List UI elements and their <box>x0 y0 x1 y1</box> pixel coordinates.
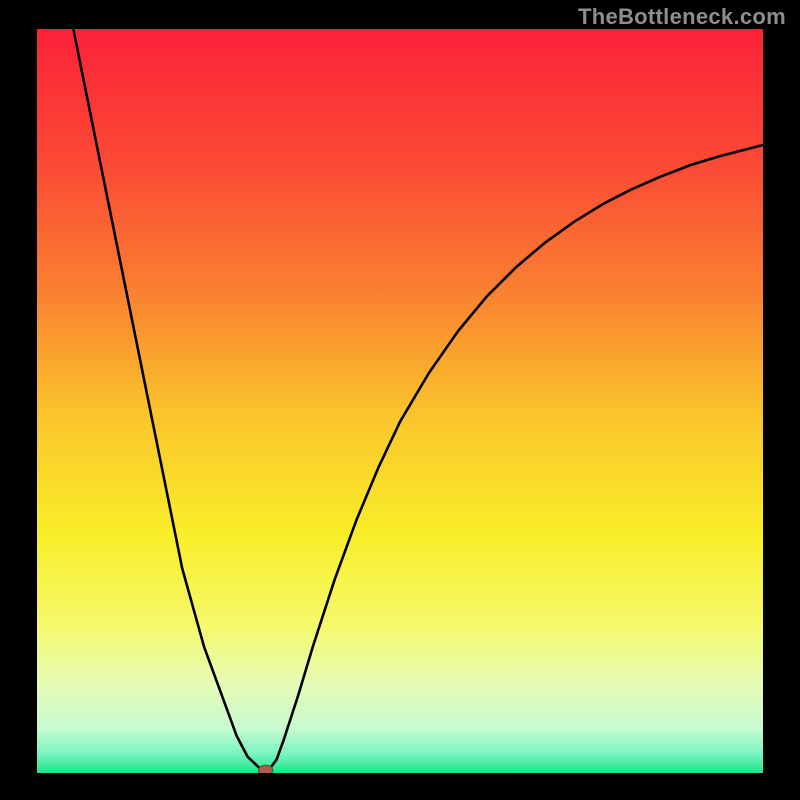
gradient-background <box>37 29 763 773</box>
outer-frame: TheBottleneck.com <box>0 0 800 800</box>
watermark-text: TheBottleneck.com <box>578 4 786 30</box>
optimum-marker <box>259 765 273 773</box>
chart-plot-area <box>37 29 763 773</box>
chart-svg <box>37 29 763 773</box>
